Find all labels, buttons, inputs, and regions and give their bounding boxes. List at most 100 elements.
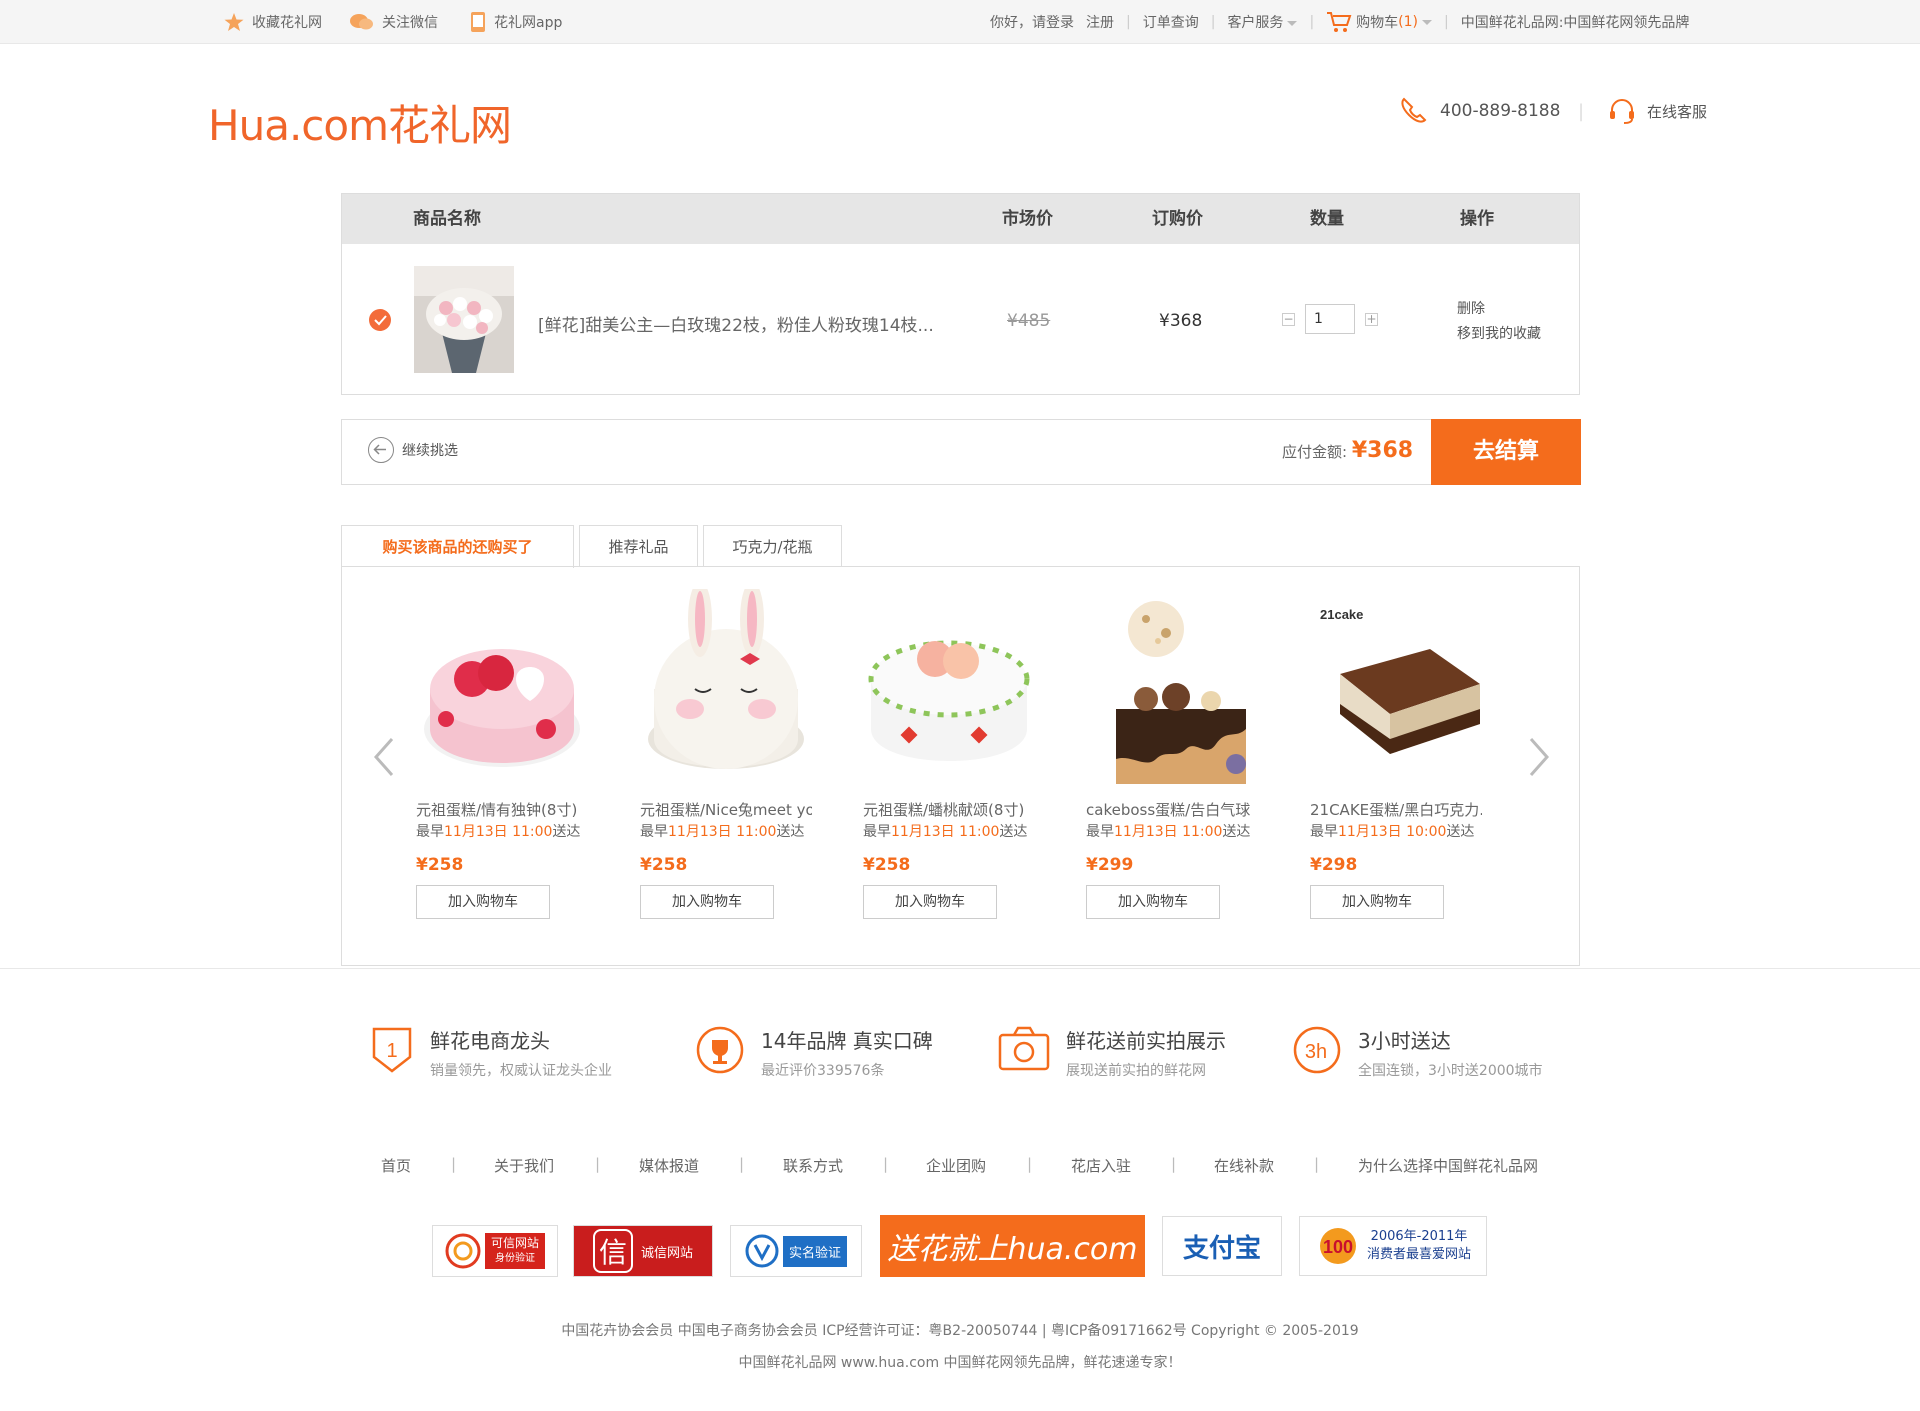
item-checkbox[interactable] <box>369 309 391 331</box>
total-amount: 应付金额: ¥368 <box>1282 438 1413 463</box>
product-image[interactable] <box>1086 589 1258 789</box>
trust-badges: 可信网站身份验证 信 诚信网站 实名验证 送花就上hua.com 支付宝 100… <box>0 1215 1920 1277</box>
delete-link[interactable]: 删除 <box>1457 297 1541 322</box>
product-title[interactable]: cakeboss蛋糕/告白气球（... <box>1086 799 1258 821</box>
product-title[interactable]: 元祖蛋糕/情有独钟(8寸) <box>416 799 588 821</box>
add-to-cart-button[interactable]: 加入购物车 <box>1310 885 1444 919</box>
quantity-increase-button[interactable]: + <box>1365 312 1378 326</box>
shield-one-icon: 1 <box>372 1027 412 1073</box>
footer-link-why-us[interactable]: 为什么选择中国鲜花礼品网 <box>1358 1155 1538 1176</box>
product-price: ¥258 <box>416 855 464 875</box>
integrity-mark: 信 <box>592 1229 633 1273</box>
tab-chocolate-vase[interactable]: 巧克力/花瓶 <box>703 525 842 567</box>
add-to-cart-button[interactable]: 加入购物车 <box>416 885 550 919</box>
continue-shopping-label: 继续挑选 <box>402 443 458 459</box>
product-price: ¥258 <box>863 855 911 875</box>
delivery-suffix: 送达 <box>1222 824 1251 840</box>
feature-title: 14年品牌 真实口碑 <box>761 1029 933 1053</box>
col-quantity: 数量 <box>1310 209 1344 229</box>
realname-badge[interactable]: 实名验证 <box>730 1225 862 1277</box>
delivery-prefix: 最早 <box>416 824 444 840</box>
verified-v-icon <box>745 1234 779 1268</box>
chevron-right-icon[interactable] <box>1527 735 1551 779</box>
footer-link-about[interactable]: 关于我们 <box>494 1155 554 1176</box>
copyright-line-1: 中国花卉协会会员 中国电子商务协会会员 ICP经营许可证：粤B2-2005074… <box>561 1323 1359 1339</box>
favorite-site-award-badge[interactable]: 100 2006年-2011年 消费者最喜爱网站 <box>1299 1216 1487 1276</box>
product-price: ¥258 <box>640 855 688 875</box>
cart-menu[interactable]: 购物车 (1) <box>1326 11 1432 33</box>
app-link[interactable]: 花礼网app <box>470 0 562 44</box>
trusted-seal-icon <box>445 1233 481 1269</box>
product-image[interactable]: 21cake <box>1310 589 1482 789</box>
product-image[interactable] <box>640 581 812 789</box>
delivery-date: 11月13日 11:00 <box>891 824 1000 840</box>
product-title[interactable]: 元祖蛋糕/蟠桃献颂(8寸) <box>863 799 1035 821</box>
phone-app-icon <box>471 12 485 32</box>
continue-shopping-link[interactable]: 继续挑选 <box>368 437 458 463</box>
footer-link-home[interactable]: 首页 <box>381 1155 411 1176</box>
product-card: 元祖蛋糕/Nice兔meet you... 最早11月13日 11:00送达 ¥… <box>640 581 812 919</box>
delivery-suffix: 送达 <box>552 824 581 840</box>
trusted-site-title: 可信网站 <box>490 1236 539 1250</box>
feature-item: 1 鲜花电商龙头 销量领先，权威认证龙头企业 <box>370 1025 612 1080</box>
checkout-button[interactable]: 去结算 <box>1431 419 1581 485</box>
product-thumbnail[interactable] <box>414 266 514 373</box>
quantity-decrease-button[interactable]: − <box>1282 312 1295 326</box>
product-title[interactable]: 21CAKE蛋糕/黑白巧克力... <box>1310 799 1482 821</box>
product-card: 元祖蛋糕/情有独钟(8寸) 最早11月13日 11:00送达 ¥258 加入购物… <box>416 589 588 919</box>
footer-link-group-buy[interactable]: 企业团购 <box>926 1155 986 1176</box>
order-price: ¥368 <box>1159 311 1203 331</box>
customer-service-label: 客户服务 <box>1227 15 1284 31</box>
follow-wechat-link[interactable]: 关注微信 <box>350 0 438 44</box>
delivery-suffix: 送达 <box>1446 824 1475 840</box>
product-image[interactable] <box>416 589 588 789</box>
register-link[interactable]: 注册 <box>1086 12 1114 32</box>
feature-item: 鲜花送前实拍展示 展现送前实拍的鲜花网 <box>998 1025 1226 1080</box>
delivery-suffix: 送达 <box>999 824 1028 840</box>
online-service-link[interactable]: 在线客服 <box>1607 96 1707 126</box>
order-query-link[interactable]: 订单查询 <box>1143 12 1199 32</box>
product-title[interactable]: 元祖蛋糕/Nice兔meet you... <box>640 799 812 821</box>
customer-service-menu[interactable]: 客户服务 <box>1227 12 1298 32</box>
feature-item: 14年品牌 真实口碑最近评价339576条 <box>695 1025 933 1080</box>
product-price: ¥298 <box>1310 855 1358 875</box>
favorite-site-label: 收藏花礼网 <box>252 15 322 31</box>
product-card: 21cake 21CAKE蛋糕/黑白巧克力... 最早11月13日 10:00送… <box>1310 589 1482 919</box>
add-to-cart-button[interactable]: 加入购物车 <box>863 885 997 919</box>
move-to-favorites-link[interactable]: 移到我的收藏 <box>1457 322 1541 347</box>
trusted-site-badge[interactable]: 可信网站 身份验证 <box>432 1225 558 1277</box>
trusted-site-sub: 身份验证 <box>494 1253 535 1264</box>
feature-subtitle: 最近评价339576条 <box>761 1063 885 1079</box>
integrity-site-badge[interactable]: 信 诚信网站 <box>573 1225 713 1277</box>
site-logo[interactable]: Hua.com花礼网 <box>208 92 512 153</box>
copyright-line-2: 中国鲜花礼品网 www.hua.com 中国鲜花网领先品牌，鲜花速递专家！ <box>738 1355 1182 1371</box>
hotline: 400-889-8188 <box>1398 96 1560 126</box>
alipay-badge[interactable]: 支付宝 <box>1162 1216 1282 1276</box>
product-name-link[interactable]: [鲜花]甜美公主—白玫瑰22枝，粉佳人粉玫瑰14枝... <box>538 311 934 336</box>
svg-text:3h: 3h <box>1305 1041 1327 1063</box>
wechat-icon <box>350 14 373 30</box>
footer-link-payment[interactable]: 在线补款 <box>1214 1155 1274 1176</box>
trophy-icon <box>696 1026 744 1074</box>
online-service-label: 在线客服 <box>1647 102 1708 121</box>
product-card: cakeboss蛋糕/告白气球（... 最早11月13日 11:00送达 ¥29… <box>1086 589 1258 919</box>
total-label: 应付金额: <box>1282 443 1348 461</box>
feature-subtitle: 展现送前实拍的鲜花网 <box>1066 1063 1206 1079</box>
footer-link-media[interactable]: 媒体报道 <box>639 1155 699 1176</box>
tab-also-bought[interactable]: 购买该商品的还购买了 <box>341 525 574 568</box>
footer-link-store-join[interactable]: 花店入驻 <box>1071 1155 1131 1176</box>
tab-recommended-gifts[interactable]: 推荐礼品 <box>579 525 698 567</box>
add-to-cart-button[interactable]: 加入购物车 <box>1086 885 1220 919</box>
favorite-site-link[interactable]: 收藏花礼网 <box>224 0 322 44</box>
send-flowers-banner[interactable]: 送花就上hua.com <box>880 1215 1145 1277</box>
quantity-input[interactable]: 1 <box>1305 304 1355 334</box>
delivery-date: 11月13日 10:00 <box>1338 824 1447 840</box>
chevron-left-icon[interactable] <box>372 735 396 779</box>
login-link[interactable]: 你好，请登录 <box>990 12 1074 32</box>
product-image[interactable] <box>863 589 1035 789</box>
footer-separator: | <box>1171 1155 1177 1173</box>
footer-link-contact[interactable]: 联系方式 <box>783 1155 843 1176</box>
add-to-cart-button[interactable]: 加入购物车 <box>640 885 774 919</box>
delivery-time: 最早11月13日 10:00送达 <box>1310 821 1482 843</box>
delivery-time: 最早11月13日 11:00送达 <box>863 821 1035 843</box>
